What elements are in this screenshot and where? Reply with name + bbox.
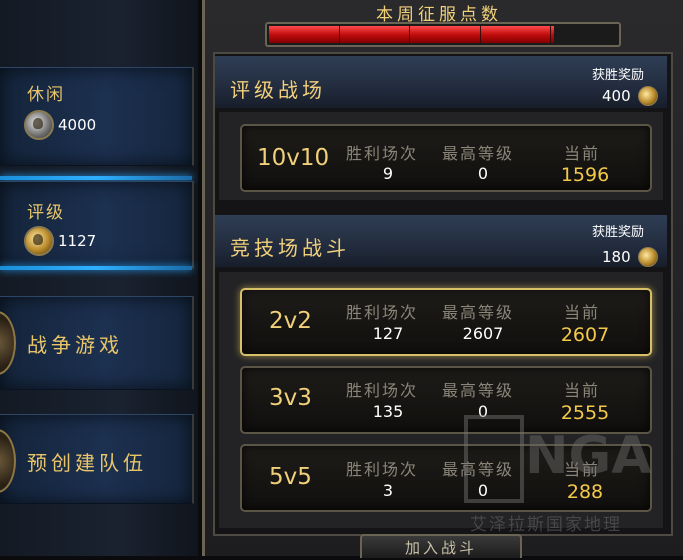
silver-conquest-icon (24, 110, 54, 140)
win-reward-label: 获胜奖励 (592, 68, 645, 83)
best-rating-label: 最高等级 (442, 303, 515, 322)
watermark-subtitle: 艾泽拉斯国家地理 (470, 515, 622, 535)
watermark-logo: NGA (525, 426, 652, 486)
sidebar-item-premade-group[interactable]: 预创建队伍 (0, 414, 194, 504)
wins-value: 3 (382, 481, 394, 500)
win-reward-value: 180 (602, 248, 631, 266)
gold-conquest-icon (24, 226, 54, 256)
best-rating-value: 2607 (462, 324, 504, 343)
pvp-sidebar: 休闲 4000 评级 1127 战争游戏 预创建队伍 (0, 0, 198, 556)
current-rating-value: 1596 (560, 164, 610, 186)
conquest-progress-fill (269, 26, 554, 43)
wins-label: 胜利场次 (346, 381, 419, 400)
war-games-emblem-icon (0, 311, 16, 375)
sidebar-item-label: 预创建队伍 (27, 451, 147, 475)
best-rating-label: 最高等级 (442, 381, 515, 400)
sidebar-divider (0, 266, 192, 270)
watermark-logo-icon (464, 415, 524, 503)
current-rating-value: 2607 (560, 324, 610, 346)
current-rating-value: 2555 (560, 402, 610, 424)
wins-label: 胜利场次 (346, 460, 419, 479)
best-rating-value: 0 (477, 164, 489, 183)
wins-label: 胜利场次 (346, 303, 419, 322)
bracket-name: 10v10 (257, 145, 330, 171)
win-reward-value: 400 (602, 87, 631, 105)
sidebar-item-label: 休闲 (27, 85, 65, 105)
win-reward-label: 获胜奖励 (592, 225, 645, 240)
sidebar-item-casual[interactable]: 休闲 4000 (0, 67, 194, 166)
rated-battleground-title: 评级战场 (230, 78, 326, 102)
progress-divider (480, 26, 481, 43)
wins-value: 9 (382, 164, 394, 183)
sidebar-divider (0, 176, 192, 180)
casual-points-value: 4000 (58, 116, 97, 134)
current-rating-label: 当前 (564, 303, 601, 322)
conquest-coin-icon (638, 86, 658, 106)
current-rating-label: 当前 (564, 144, 601, 163)
progress-divider (550, 26, 551, 43)
conquest-progress-bar (265, 22, 621, 47)
sidebar-item-label: 战争游戏 (27, 333, 123, 357)
progress-divider (339, 26, 340, 43)
rated-points-value: 1127 (58, 232, 97, 250)
wins-label: 胜利场次 (346, 144, 419, 163)
conquest-coin-icon (638, 247, 658, 267)
best-rating-label: 最高等级 (442, 144, 515, 163)
wins-value: 135 (372, 402, 404, 421)
arena-title: 竞技场战斗 (230, 236, 350, 260)
sidebar-item-war-games[interactable]: 战争游戏 (0, 296, 194, 390)
bracket-name: 5v5 (269, 464, 312, 490)
sidebar-item-label: 评级 (27, 203, 65, 223)
current-rating-label: 当前 (564, 381, 601, 400)
premade-group-emblem-icon (0, 429, 16, 493)
wins-value: 127 (372, 324, 404, 343)
join-battle-button[interactable]: 加入战斗 (360, 534, 522, 558)
progress-divider (409, 26, 410, 43)
sidebar-item-rated[interactable]: 评级 1127 (0, 181, 194, 269)
bracket-name: 2v2 (269, 308, 312, 334)
bracket-name: 3v3 (269, 385, 312, 411)
